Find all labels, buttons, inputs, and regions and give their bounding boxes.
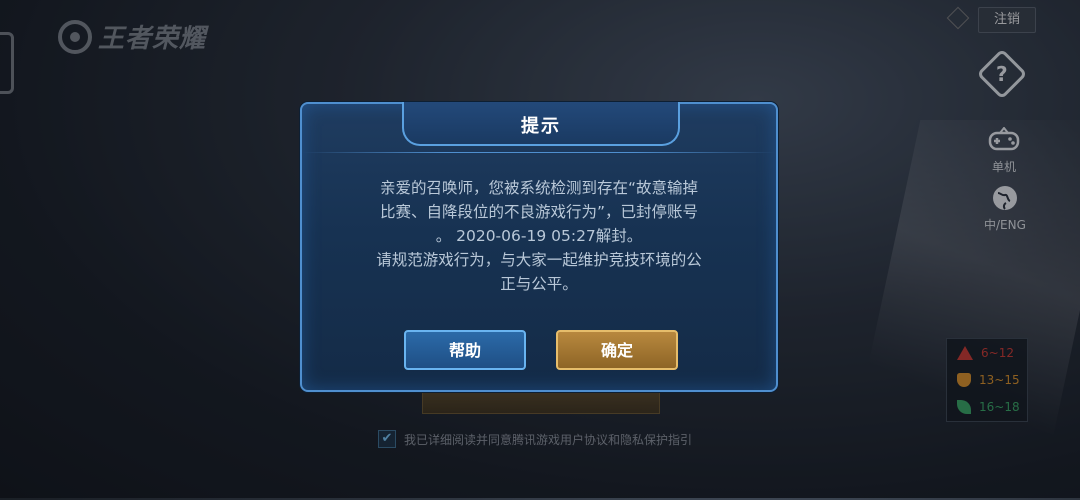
dialog-title: 提示: [521, 116, 561, 137]
confirm-button[interactable]: 确定: [556, 330, 678, 370]
dialog-message: 亲爱的召唤师，您被系统检测到存在“故意输掉 比赛、自降段位的不良游戏行为”，已封…: [332, 176, 746, 296]
dialog-message-line: 比赛、自降段位的不良游戏行为”，已封停账号: [379, 203, 699, 221]
dialog-divider: [302, 152, 776, 153]
dialog-title-tab: 提示: [402, 102, 680, 146]
dialog-message-line: 。 2020-06-19 05:27解封。: [435, 227, 643, 245]
notice-dialog: 提示 亲爱的召唤师，您被系统检测到存在“故意输掉 比赛、自降段位的不良游戏行为”…: [300, 102, 778, 392]
dialog-message-line: 亲爱的召唤师，您被系统检测到存在“故意输掉: [379, 179, 699, 197]
dialog-message-line: 请规范游戏行为，与大家一起维护竞技环境的公: [376, 251, 702, 269]
dialog-message-line: 正与公平。: [500, 275, 578, 293]
help-button[interactable]: 帮助: [404, 330, 526, 370]
